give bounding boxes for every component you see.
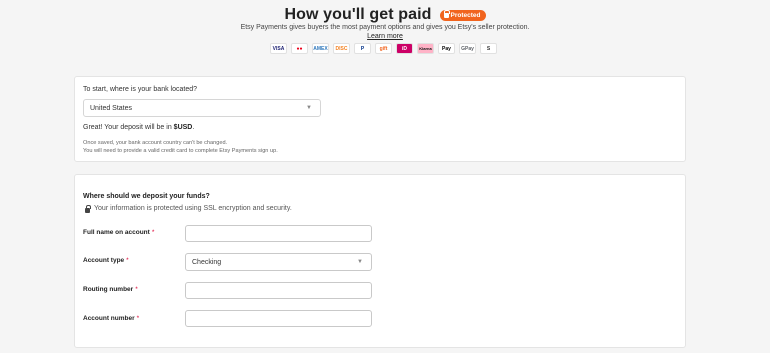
etsy-giftcard-logo: gift bbox=[375, 43, 392, 54]
security-note: Your information is protected using SSL … bbox=[94, 205, 292, 212]
bank-country-note: Once saved, your bank account country ca… bbox=[83, 139, 278, 155]
page-subtitle: Etsy Payments gives buyers the most paym… bbox=[240, 24, 530, 31]
page-title: How you'll get paid bbox=[284, 6, 432, 23]
full-name-input[interactable] bbox=[185, 225, 372, 242]
bank-location-question: To start, where is your bank located? bbox=[83, 86, 198, 93]
bank-country-value: United States bbox=[90, 104, 133, 112]
account-number-label-text: Account number bbox=[83, 315, 135, 322]
protected-badge-label: Protected bbox=[450, 11, 481, 19]
deposit-prefix: Great! Your deposit will be in bbox=[83, 124, 174, 131]
account-type-label-text: Account type bbox=[83, 257, 125, 264]
deposit-details-card: Where should we deposit your funds? Your… bbox=[74, 174, 686, 348]
title-row: How you'll get paid Protected bbox=[0, 6, 770, 24]
account-number-input[interactable] bbox=[185, 310, 372, 327]
deposit-heading: Where should we deposit your funds? bbox=[83, 193, 210, 200]
routing-number-label-text: Routing number bbox=[83, 286, 134, 293]
bank-country-select[interactable]: United States ▼ bbox=[83, 99, 321, 117]
routing-number-input[interactable] bbox=[185, 282, 372, 299]
payment-logos: VISA ●● AMEX DISC Pgift iD Klarna Pay GPay S bbox=[270, 43, 497, 54]
routing-number-label: Routing number * bbox=[83, 286, 138, 293]
sofort-logo: S bbox=[480, 43, 497, 54]
bank-location-card: To start, where is your bank located? Un… bbox=[74, 76, 686, 162]
note-line-1: Once saved, your bank account country ca… bbox=[83, 140, 228, 146]
protected-badge: Protected bbox=[439, 9, 486, 21]
learn-more-link[interactable]: Learn more bbox=[367, 33, 403, 40]
account-number-label: Account number * bbox=[83, 315, 139, 322]
mastercard-logo: ●● bbox=[291, 43, 308, 54]
apple-pay-logo: Pay bbox=[438, 43, 455, 54]
lock-icon bbox=[443, 10, 450, 18]
required-mark: * bbox=[151, 229, 155, 236]
full-name-label-text: Full name on account bbox=[83, 229, 150, 236]
required-mark: * bbox=[126, 257, 129, 264]
visa-logo: VISA bbox=[270, 43, 287, 54]
required-mark: * bbox=[135, 286, 138, 293]
deposit-currency-message: Great! Your deposit will be in $USD. bbox=[83, 124, 194, 131]
full-name-label: Full name on account * bbox=[83, 229, 154, 236]
account-type-label: Account type * bbox=[83, 257, 129, 264]
klarna-logo: Klarna bbox=[417, 43, 434, 54]
lock-icon bbox=[85, 205, 92, 213]
chevron-down-icon: ▼ bbox=[306, 105, 312, 111]
account-type-select[interactable]: Checking ▼ bbox=[185, 253, 372, 271]
chevron-down-icon: ▼ bbox=[357, 259, 363, 265]
ideal-logo: iD bbox=[396, 43, 413, 54]
deposit-suffix: . bbox=[192, 124, 195, 131]
google-pay-logo: GPay bbox=[459, 43, 476, 54]
account-type-value: Checking bbox=[192, 258, 222, 266]
note-line-2: You will need to provide a valid credit … bbox=[83, 148, 278, 154]
required-mark: * bbox=[136, 315, 140, 322]
discover-logo: DISC bbox=[333, 43, 350, 54]
deposit-currency: $USD bbox=[173, 124, 193, 131]
learn-more-link-row: Learn more bbox=[0, 33, 770, 40]
paypal-logo: P bbox=[354, 43, 371, 54]
amex-logo: AMEX bbox=[312, 43, 329, 54]
